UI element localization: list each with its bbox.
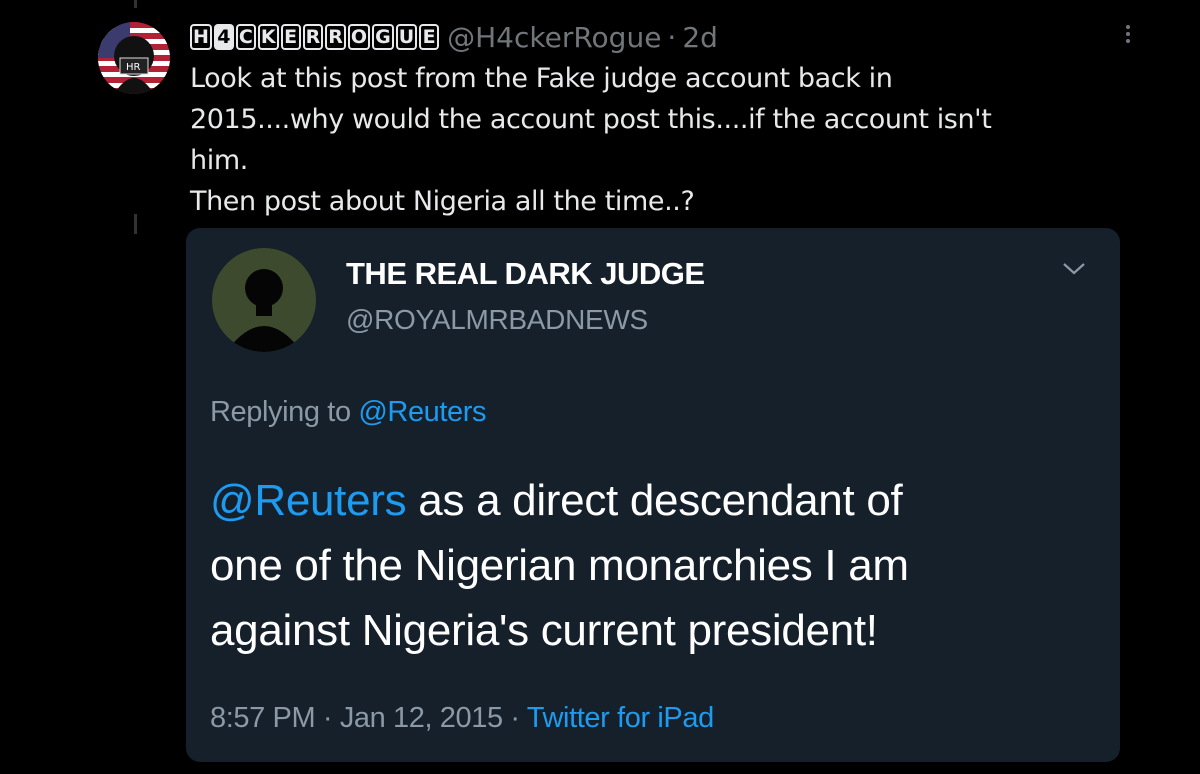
quoted-avatar <box>212 248 316 352</box>
quoted-date: Jan 12, 2015 <box>339 702 503 734</box>
avatar[interactable]: HR <box>98 22 170 94</box>
post-text-line: him. <box>190 145 248 176</box>
name-letter: H <box>190 24 212 50</box>
display-name[interactable]: H 4 C K E R R O G U E <box>190 24 440 50</box>
svg-text:HR: HR <box>126 62 141 73</box>
more-dots-icon[interactable] <box>1116 22 1140 52</box>
quoted-display-name: THE REAL DARK JUDGE <box>346 256 705 291</box>
name-letter: G <box>372 24 394 50</box>
name-letter: K <box>257 24 279 50</box>
quoted-source: Twitter for iPad <box>526 702 714 734</box>
name-letter: C <box>235 24 256 50</box>
name-letter: R <box>302 24 324 50</box>
hacker-flag-avatar-icon: HR <box>98 22 170 94</box>
name-letter: O <box>347 24 371 50</box>
name-letter: R <box>325 24 346 50</box>
post-text-line: Look at this post from the Fake judge ac… <box>190 63 893 94</box>
replying-prefix: Replying to <box>210 396 351 428</box>
quoted-time: 8:57 PM <box>210 702 316 734</box>
post-time[interactable]: 2d <box>682 21 718 54</box>
meta-separator: · <box>322 702 333 734</box>
name-letter: E <box>419 24 440 50</box>
meta-separator: · <box>510 702 520 734</box>
name-letter: 4 <box>213 24 234 50</box>
post-text: Look at this post from the Fake judge ac… <box>190 58 1090 222</box>
post-text-line: 2015....why would the account post this.… <box>190 104 992 135</box>
mention-link: @Reuters <box>210 476 407 525</box>
quoted-meta: 8:57 PM · Jan 12, 2015 · Twitter for iPa… <box>210 702 714 735</box>
quoted-tweet-image[interactable]: THE REAL DARK JUDGE @ROYALMRBADNEWS Repl… <box>186 228 1120 762</box>
name-letter: E <box>280 24 301 50</box>
user-handle[interactable]: @H4ckerRogue <box>447 21 661 54</box>
thread-line-bottom <box>134 214 137 234</box>
replying-to: Replying to @Reuters <box>210 396 487 429</box>
name-letter: U <box>395 24 418 50</box>
silhouette-avatar-icon <box>212 248 316 352</box>
quoted-body-text: as a direct descendant of <box>406 476 903 525</box>
quoted-body: @Reuters as a direct descendant of one o… <box>210 468 1090 663</box>
quoted-body-line: against Nigeria's current president! <box>210 606 878 655</box>
replying-handle: @Reuters <box>358 396 487 428</box>
thread-line-top <box>134 0 137 8</box>
quoted-body-line: one of the Nigerian monarchies I am <box>210 541 909 590</box>
separator-dot: · <box>667 20 677 54</box>
post-text-line: Then post about Nigeria all the time..? <box>190 186 695 217</box>
quoted-handle: @ROYALMRBADNEWS <box>346 304 648 335</box>
post-header: H 4 C K E R R O G U E @H4ckerRogue · 2d <box>190 20 718 54</box>
quoted-body-line: @Reuters as a direct descendant of <box>210 468 1090 533</box>
chevron-down-icon <box>1063 263 1085 275</box>
